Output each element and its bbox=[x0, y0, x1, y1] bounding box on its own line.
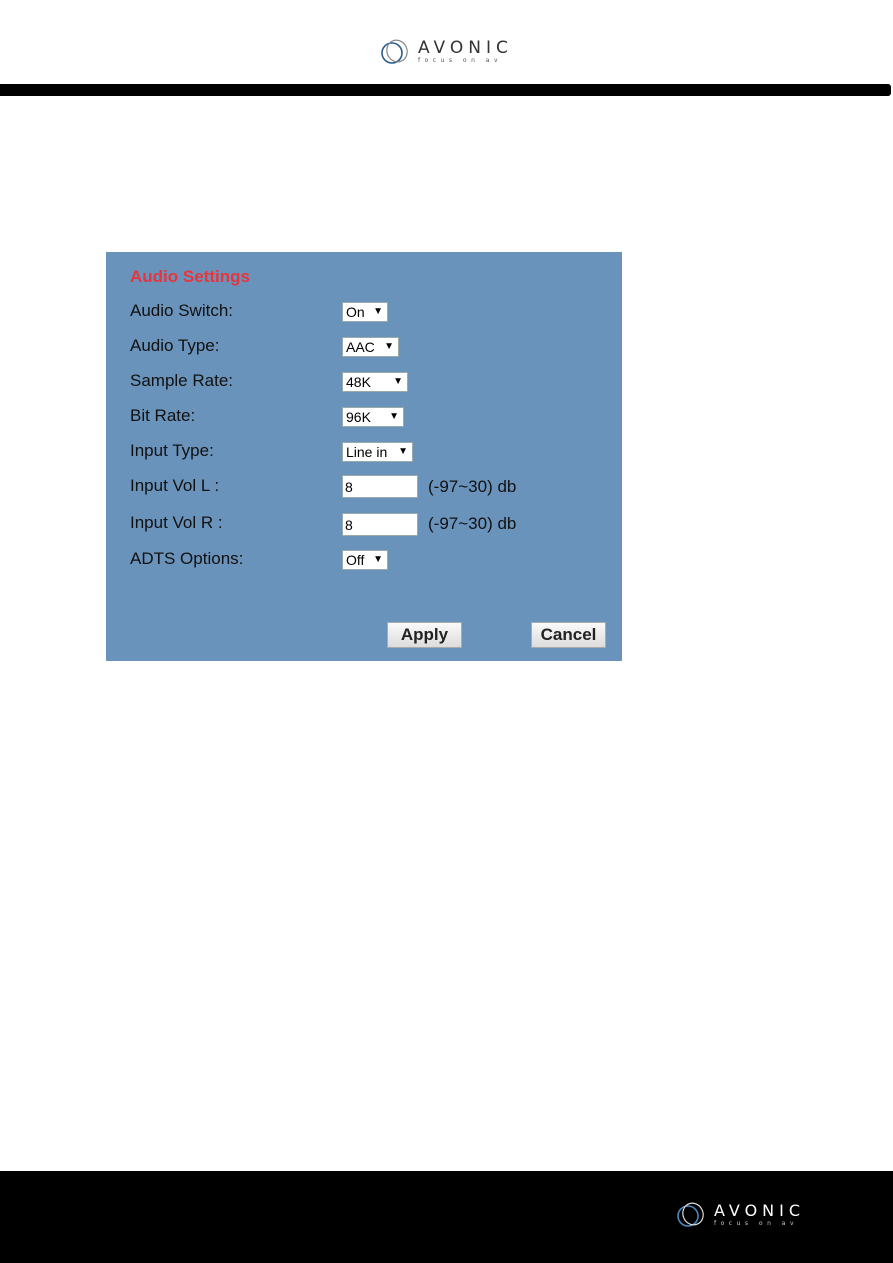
input-vol-r-row: Input Vol R : bbox=[130, 511, 342, 535]
bit-rate-label: Bit Rate: bbox=[130, 406, 196, 425]
avonic-logo-icon bbox=[380, 38, 410, 66]
input-type-row: Input Type: bbox=[130, 439, 342, 463]
input-vol-l-range: (-97~30) db bbox=[428, 477, 517, 496]
adts-options-value: Off bbox=[346, 552, 365, 568]
dropdown-arrow-icon: ▼ bbox=[373, 306, 383, 317]
dropdown-arrow-icon: ▼ bbox=[393, 376, 403, 387]
dropdown-arrow-icon: ▼ bbox=[389, 411, 399, 422]
input-type-select[interactable]: Line in ▼ bbox=[342, 442, 413, 462]
audio-switch-select[interactable]: On ▼ bbox=[342, 302, 388, 322]
brand-tagline: focus on av bbox=[418, 57, 503, 64]
adts-options-select[interactable]: Off ▼ bbox=[342, 550, 388, 570]
adts-options-row: ADTS Options: bbox=[130, 547, 342, 571]
audio-type-label: Audio Type: bbox=[130, 336, 220, 355]
input-type-value: Line in bbox=[346, 444, 388, 460]
input-vol-r-label: Input Vol R : bbox=[130, 513, 223, 532]
input-vol-l-label: Input Vol L : bbox=[130, 476, 220, 495]
audio-switch-label: Audio Switch: bbox=[130, 301, 233, 320]
brand-name: AVONIC bbox=[714, 1201, 806, 1220]
cancel-button[interactable]: Cancel bbox=[531, 622, 606, 648]
sample-rate-value: 48K bbox=[346, 374, 371, 390]
dropdown-arrow-icon: ▼ bbox=[384, 341, 394, 352]
audio-type-row: Audio Type: bbox=[130, 334, 342, 358]
apply-button[interactable]: Apply bbox=[387, 622, 462, 648]
bit-rate-value: 96K bbox=[346, 409, 371, 425]
audio-switch-value: On bbox=[346, 304, 365, 320]
brand-tagline: focus on av bbox=[714, 1220, 799, 1227]
header-divider bbox=[0, 84, 891, 96]
bit-rate-select[interactable]: 96K ▼ bbox=[342, 407, 404, 427]
panel-title: Audio Settings bbox=[130, 267, 250, 286]
footer-logo: AVONIC focus on av bbox=[676, 1200, 805, 1230]
sample-rate-select[interactable]: 48K ▼ bbox=[342, 372, 408, 392]
brand-name: AVONIC bbox=[418, 38, 513, 58]
sample-rate-row: Sample Rate: bbox=[130, 369, 342, 393]
audio-switch-row: Audio Switch: bbox=[130, 299, 342, 323]
adts-options-label: ADTS Options: bbox=[130, 549, 244, 568]
header-logo: AVONIC focus on av bbox=[380, 36, 513, 68]
sample-rate-label: Sample Rate: bbox=[130, 371, 233, 390]
input-vol-l-field[interactable] bbox=[342, 475, 418, 498]
dropdown-arrow-icon: ▼ bbox=[373, 554, 383, 565]
bit-rate-row: Bit Rate: bbox=[130, 404, 342, 428]
audio-type-value: AAC bbox=[346, 339, 375, 355]
input-vol-l-row: Input Vol L : bbox=[130, 474, 342, 498]
avonic-logo-icon bbox=[676, 1201, 706, 1229]
audio-settings-panel: Audio Settings Audio Switch: On ▼ Audio … bbox=[106, 252, 622, 661]
audio-type-select[interactable]: AAC ▼ bbox=[342, 337, 399, 357]
dropdown-arrow-icon: ▼ bbox=[398, 446, 408, 457]
input-vol-r-field[interactable] bbox=[342, 513, 418, 536]
input-vol-r-range: (-97~30) db bbox=[428, 514, 517, 533]
input-type-label: Input Type: bbox=[130, 441, 214, 460]
